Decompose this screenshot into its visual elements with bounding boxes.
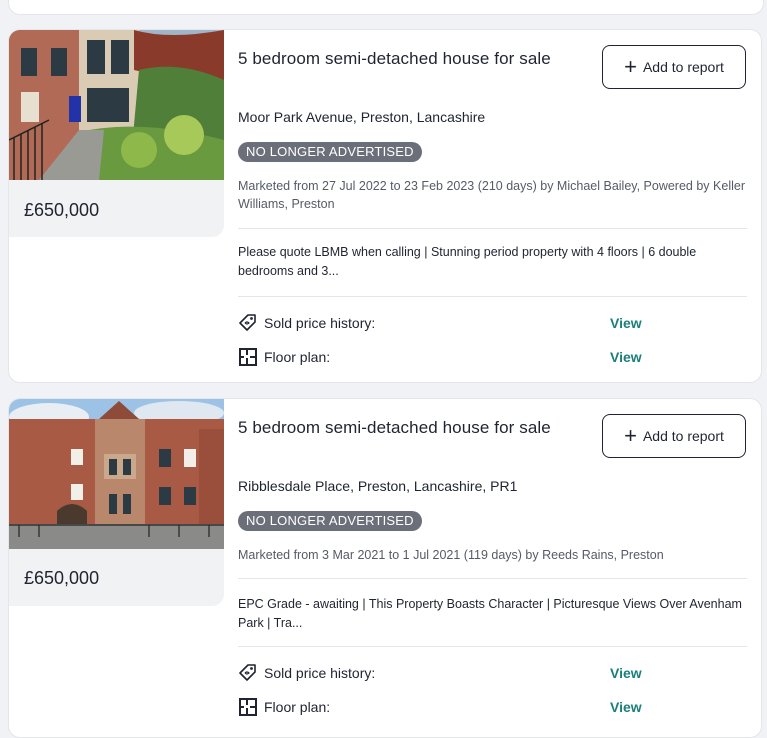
listing-title[interactable]: 5 bedroom semi-detached house for sale: [238, 49, 551, 69]
status-badge: NO LONGER ADVERTISED: [238, 511, 422, 531]
price-tag-icon: [239, 664, 256, 681]
listing-media: £650,000: [9, 30, 224, 382]
listing-address: Moor Park Avenue, Preston, Lancashire: [238, 109, 486, 125]
add-to-report-button[interactable]: + Add to report: [602, 414, 746, 458]
listing-title[interactable]: 5 bedroom semi-detached house for sale: [238, 418, 551, 438]
sold-price-history-row: Sold price history: View: [238, 312, 747, 334]
listing-media: £650,000: [9, 399, 224, 737]
floor-plan-view-link[interactable]: View: [610, 699, 642, 715]
listing-description: EPC Grade - awaiting | This Property Boa…: [238, 597, 742, 630]
floor-plan-label: Floor plan:: [264, 349, 331, 365]
add-to-report-label: Add to report: [642, 59, 724, 75]
floor-plan-icon: [239, 348, 257, 366]
floor-plan-row: Floor plan: View: [238, 346, 747, 368]
floor-plan-icon: [239, 698, 257, 716]
listing-card[interactable]: £650,000 5 bedroom semi-detached house f…: [8, 29, 762, 383]
divider: [238, 228, 747, 229]
floor-plan-view-link[interactable]: View: [610, 349, 642, 365]
plus-icon: +: [624, 54, 637, 79]
listing-description: Please quote LBMB when calling | Stunnin…: [238, 245, 697, 278]
sold-price-history-label: Sold price history:: [264, 315, 376, 331]
status-badge: NO LONGER ADVERTISED: [238, 142, 422, 162]
previous-listing-card: [8, 0, 764, 15]
sold-price-history-row: Sold price history: View: [238, 662, 747, 684]
property-photo[interactable]: [9, 399, 224, 549]
marketed-info: Marketed from 27 Jul 2022 to 23 Feb 2023…: [238, 179, 745, 211]
marketed-info: Marketed from 3 Mar 2021 to 1 Jul 2021 (…: [238, 548, 664, 562]
price-tag-icon: [239, 314, 256, 331]
listing-price: £650,000: [24, 200, 100, 220]
divider: [238, 296, 747, 297]
add-to-report-button[interactable]: + Add to report: [602, 45, 746, 89]
listing-price: £650,000: [24, 568, 100, 588]
divider: [238, 646, 747, 647]
listing-card[interactable]: £650,000 5 bedroom semi-detached house f…: [8, 398, 762, 738]
floor-plan-row: Floor plan: View: [238, 696, 747, 718]
divider: [238, 578, 747, 579]
listing-address: Ribblesdale Place, Preston, Lancashire, …: [238, 478, 518, 494]
sold-price-history-view-link[interactable]: View: [610, 315, 642, 331]
floor-plan-label: Floor plan:: [264, 699, 331, 715]
sold-price-history-label: Sold price history:: [264, 665, 376, 681]
plus-icon: +: [624, 423, 637, 448]
property-photo[interactable]: [9, 30, 224, 180]
sold-price-history-view-link[interactable]: View: [610, 665, 642, 681]
add-to-report-label: Add to report: [642, 428, 724, 444]
